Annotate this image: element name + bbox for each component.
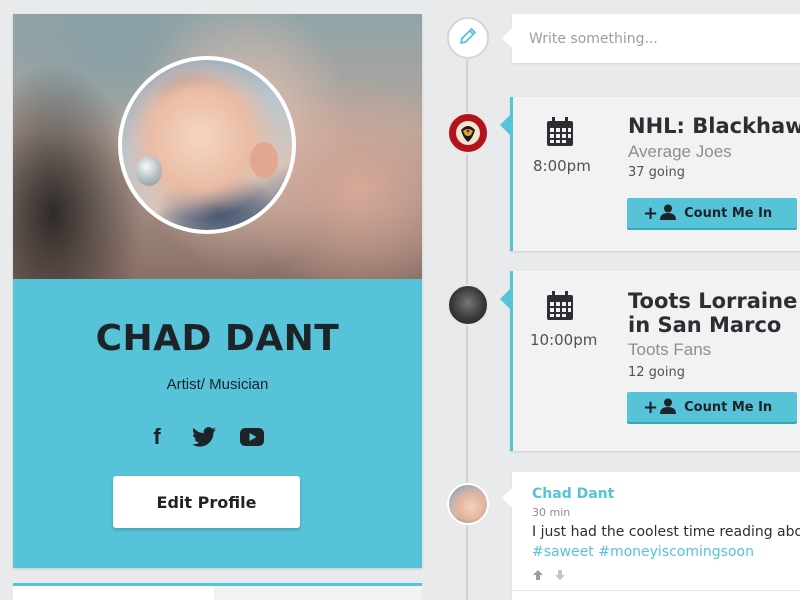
event-title-line-2[interactable]: in San Marco bbox=[628, 313, 781, 337]
profile-name: CHAD DANT bbox=[95, 318, 340, 359]
post-text: I just had the coolest time reading abou… bbox=[532, 524, 800, 540]
event-card[interactable]: 10:00pm Toots Lorraine @ in San Marco To… bbox=[500, 271, 800, 451]
avatar-ear-detail bbox=[250, 142, 278, 178]
event-going-count: 37 going bbox=[628, 165, 685, 180]
blackhawks-logo-avatar[interactable] bbox=[447, 112, 489, 154]
post-divider bbox=[512, 590, 800, 591]
calendar-icon bbox=[546, 117, 574, 147]
blackhawks-logo-icon bbox=[456, 121, 480, 145]
profile-role: Artist/ Musician bbox=[166, 376, 269, 393]
event-going-count: 12 going bbox=[628, 365, 685, 380]
post-author[interactable]: Chad Dant bbox=[532, 486, 614, 502]
event-title[interactable]: NHL: Blackhawks bbox=[628, 114, 800, 138]
post-author-avatar[interactable] bbox=[447, 483, 489, 525]
facebook-icon[interactable]: f bbox=[147, 424, 167, 450]
toots-fans-avatar[interactable] bbox=[447, 284, 489, 326]
event-host[interactable]: Toots Fans bbox=[628, 340, 711, 360]
calendar-icon bbox=[546, 291, 574, 321]
user-icon bbox=[660, 398, 677, 417]
post-timestamp: 30 min bbox=[532, 506, 571, 519]
profile-card: CHAD DANT Artist/ Musician f Edit Profil… bbox=[13, 14, 422, 568]
profile-avatar[interactable] bbox=[118, 56, 296, 234]
event-time: 10:00pm bbox=[530, 331, 598, 349]
compose-box bbox=[502, 14, 800, 63]
count-me-in-label: Count Me In bbox=[684, 399, 773, 415]
plus-icon: + bbox=[643, 396, 659, 418]
profile-tabs-card bbox=[13, 583, 422, 600]
youtube-icon[interactable] bbox=[239, 424, 265, 450]
user-icon bbox=[660, 204, 677, 223]
upvote-arrow-icon[interactable] bbox=[531, 568, 545, 582]
avatar-bubble-detail bbox=[136, 156, 162, 186]
twitter-icon[interactable] bbox=[191, 424, 217, 450]
count-me-in-label: Count Me In bbox=[684, 205, 773, 221]
profile-tab-active[interactable] bbox=[13, 586, 214, 600]
pencil-icon bbox=[458, 26, 478, 50]
event-card[interactable]: 8:00pm NHL: Blackhawks Average Joes 37 g… bbox=[500, 97, 800, 251]
cover-photo bbox=[13, 14, 422, 279]
post-card: Chad Dant 30 min I just had the coolest … bbox=[502, 472, 800, 600]
social-links: f bbox=[13, 424, 422, 450]
compose-node[interactable] bbox=[447, 17, 489, 59]
plus-icon: + bbox=[643, 202, 659, 224]
count-me-in-button[interactable]: + Count Me In bbox=[627, 392, 797, 422]
downvote-arrow-icon[interactable] bbox=[553, 568, 567, 582]
event-host[interactable]: Average Joes bbox=[628, 142, 732, 162]
edit-profile-button[interactable]: Edit Profile bbox=[113, 476, 300, 528]
event-time: 8:00pm bbox=[533, 157, 591, 175]
post-hashtags[interactable]: #saweet #moneyiscomingsoon bbox=[532, 544, 754, 560]
compose-input[interactable] bbox=[512, 14, 800, 63]
event-title-line-1[interactable]: Toots Lorraine @ bbox=[628, 289, 800, 313]
count-me-in-button[interactable]: + Count Me In bbox=[627, 198, 797, 228]
